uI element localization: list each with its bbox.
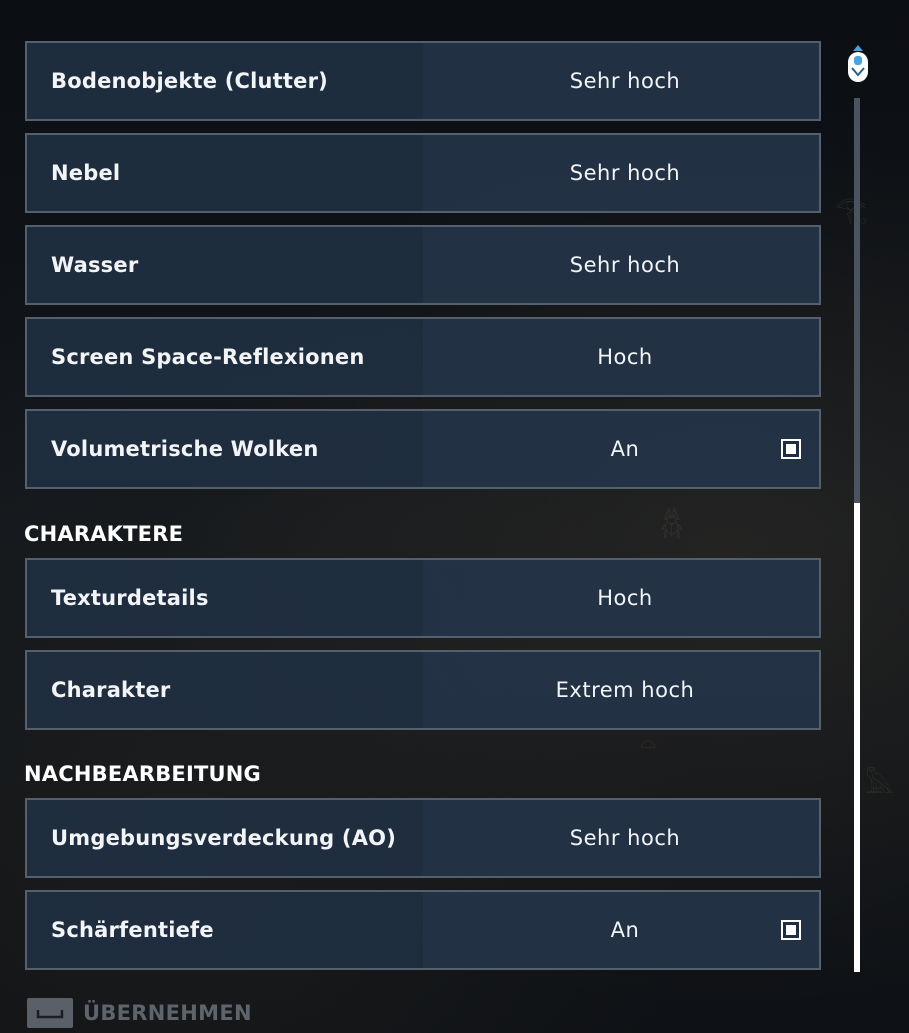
setting-row-water[interactable]: Wasser Sehr hoch xyxy=(25,225,821,305)
section-title-characters: CHARAKTERE xyxy=(24,522,184,546)
setting-label: Charakter xyxy=(51,678,171,702)
setting-row-ambient-occlusion[interactable]: Umgebungsverdeckung (AO) Sehr hoch xyxy=(25,798,821,878)
setting-label: Nebel xyxy=(51,161,121,185)
setting-value[interactable]: Sehr hoch xyxy=(425,43,825,119)
apply-label: ÜBERNEHMEN xyxy=(83,1001,252,1025)
setting-value[interactable]: Extrem hoch xyxy=(425,652,825,728)
setting-label: Screen Space-Reflexionen xyxy=(51,345,365,369)
setting-value[interactable]: Sehr hoch xyxy=(425,135,825,211)
setting-value[interactable]: Hoch xyxy=(425,319,825,395)
toggle-checkbox[interactable] xyxy=(781,439,801,459)
setting-label: Schärfentiefe xyxy=(51,918,214,942)
setting-value[interactable]: Sehr hoch xyxy=(425,227,825,303)
setting-value[interactable]: An xyxy=(425,892,825,968)
setting-row-volumetric-clouds[interactable]: Volumetrische Wolken An xyxy=(25,409,821,489)
setting-label: Texturdetails xyxy=(51,586,209,610)
setting-value[interactable]: Sehr hoch xyxy=(425,800,825,876)
apply-button[interactable]: ÜBERNEHMEN xyxy=(27,998,252,1028)
setting-value[interactable]: Hoch xyxy=(425,560,825,636)
setting-row-clutter[interactable]: Bodenobjekte (Clutter) Sehr hoch xyxy=(25,41,821,121)
mouse-scroll-icon xyxy=(845,44,871,88)
setting-label: Umgebungsverdeckung (AO) xyxy=(51,826,396,850)
setting-row-texture-details[interactable]: Texturdetails Hoch xyxy=(25,558,821,638)
hieroglyph-decoration-icon: 𓆣 xyxy=(660,510,694,540)
section-title-postprocessing: NACHBEARBEITUNG xyxy=(24,762,261,786)
setting-label: Volumetrische Wolken xyxy=(51,437,319,461)
setting-row-depth-of-field[interactable]: Schärfentiefe An xyxy=(25,890,821,970)
scrollbar-thumb[interactable] xyxy=(854,503,860,972)
setting-row-character[interactable]: Charakter Extrem hoch xyxy=(25,650,821,730)
checkbox-checked-icon xyxy=(786,444,796,454)
setting-label: Wasser xyxy=(51,253,139,277)
setting-row-fog[interactable]: Nebel Sehr hoch xyxy=(25,133,821,213)
spacebar-key-icon xyxy=(27,998,73,1028)
checkbox-checked-icon xyxy=(786,925,796,935)
setting-value[interactable]: An xyxy=(425,411,825,487)
setting-row-ssr[interactable]: Screen Space-Reflexionen Hoch xyxy=(25,317,821,397)
hieroglyph-decoration-icon: 𓅓 xyxy=(865,770,905,800)
setting-label: Bodenobjekte (Clutter) xyxy=(51,69,328,93)
toggle-checkbox[interactable] xyxy=(781,920,801,940)
